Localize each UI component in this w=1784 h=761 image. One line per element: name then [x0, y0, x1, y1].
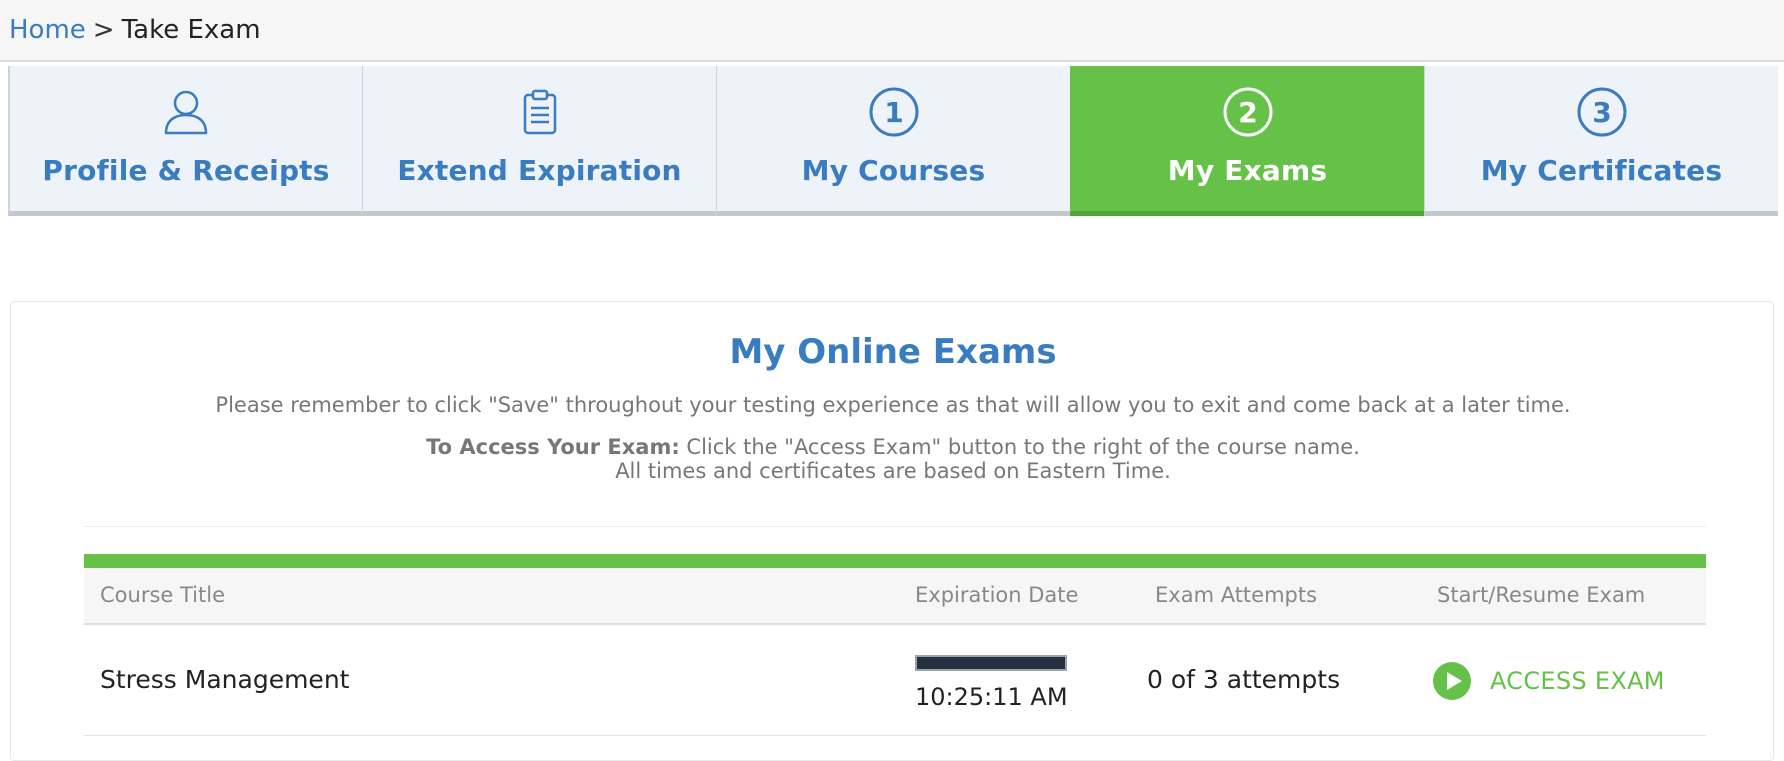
step-number: 3: [1592, 96, 1611, 129]
header-course-title: Course Title: [100, 583, 225, 607]
table-accent-bar: [84, 554, 1706, 568]
expiration-time: 10:25:11 AM: [915, 683, 1068, 711]
exam-attempts: 0 of 3 attempts: [1147, 665, 1341, 694]
step-1-icon: 1: [869, 87, 918, 137]
breadcrumb-home-link[interactable]: Home: [9, 15, 86, 45]
tab-label: My Courses: [801, 154, 986, 187]
table-header: Course Title Expiration Date Exam Attemp…: [84, 568, 1706, 625]
exams-card: My Online Exams Please remember to click…: [10, 301, 1774, 761]
breadcrumb-current: Take Exam: [121, 15, 261, 45]
tab-label: Profile & Receipts: [42, 154, 330, 187]
breadcrumb: Home > Take Exam: [0, 0, 1784, 62]
divider: [84, 526, 1706, 527]
tab-profile-receipts[interactable]: Profile & Receipts: [8, 66, 362, 216]
tab-my-courses[interactable]: 1 My Courses: [716, 66, 1070, 216]
breadcrumb-separator: >: [92, 15, 115, 45]
redacted-date: [915, 655, 1067, 671]
access-instructions-text: Click the "Access Exam" button to the ri…: [679, 435, 1360, 459]
header-exam-attempts: Exam Attempts: [1155, 583, 1318, 607]
save-reminder: Please remember to click "Save" througho…: [215, 393, 1571, 417]
account-tabs: Profile & Receipts Extend Expiration 1 M…: [0, 66, 1784, 216]
tab-label: My Exams: [1167, 154, 1328, 187]
clipboard-icon: [523, 89, 556, 135]
step-number: 2: [1238, 96, 1257, 129]
header-expiration-date: Expiration Date: [915, 583, 1079, 607]
access-instructions: To Access Your Exam: Click the "Access E…: [11, 435, 1775, 483]
table-row: Stress Management 10:25:11 AM 0 of 3 att…: [84, 625, 1706, 736]
tab-extend-expiration[interactable]: Extend Expiration: [362, 66, 716, 216]
step-2-icon: 2: [1223, 87, 1272, 137]
page-title: My Online Exams: [729, 332, 1057, 372]
step-3-icon: 3: [1577, 87, 1626, 137]
tab-label: Extend Expiration: [397, 154, 682, 187]
access-instructions-bold: To Access Your Exam:: [426, 435, 680, 459]
tab-my-exams[interactable]: 2 My Exams: [1070, 66, 1424, 216]
access-instructions-line: To Access Your Exam: Click the "Access E…: [11, 435, 1775, 459]
play-icon: [1433, 662, 1471, 700]
tab-my-certificates[interactable]: 3 My Certificates: [1424, 66, 1778, 216]
course-title: Stress Management: [100, 665, 350, 694]
step-number: 1: [884, 96, 903, 129]
header-start-resume: Start/Resume Exam: [1437, 583, 1646, 607]
access-exam-button[interactable]: ACCESS EXAM: [1432, 661, 1665, 701]
access-exam-label: ACCESS EXAM: [1490, 667, 1665, 695]
tab-label: My Certificates: [1480, 154, 1723, 187]
exams-table: Course Title Expiration Date Exam Attemp…: [84, 554, 1706, 736]
time-zone-note: All times and certificates are based on …: [615, 459, 1171, 483]
user-icon: [164, 90, 208, 135]
